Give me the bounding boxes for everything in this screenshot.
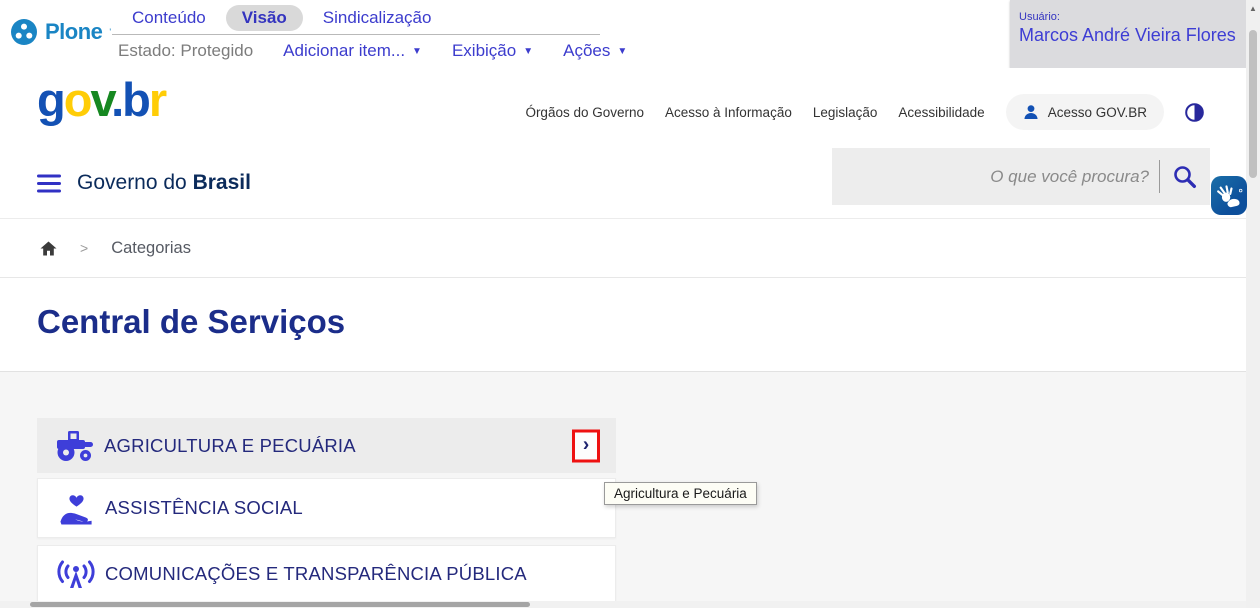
hand-holding-heart-icon xyxy=(55,491,97,525)
horizontal-scrollbar-thumb[interactable] xyxy=(30,602,530,607)
nav-link-acesso-informacao[interactable]: Acesso à Informação xyxy=(665,105,792,120)
plone-logo-text: Plone xyxy=(45,19,102,45)
dropdown-arrow-icon: ▼ xyxy=(523,46,533,57)
category-list: AGRICULTURA E PECUÁRIA › ASSISTÊNCIA SOC… xyxy=(0,372,1246,602)
plone-actions-row: Estado: Protegido Adicionar item...▼ Exi… xyxy=(118,41,627,61)
search-input[interactable] xyxy=(832,148,1159,205)
plone-trademark: ' xyxy=(109,27,111,37)
user-name: Marcos André Vieira Flores xyxy=(1019,25,1236,46)
tooltip: Agricultura e Pecuária xyxy=(604,482,757,505)
plone-toolbar: Plone ' Conteúdo Visão Sindicalização Est… xyxy=(0,0,1246,68)
category-card-assistencia[interactable]: ASSISTÊNCIA SOCIAL xyxy=(37,478,616,538)
user-label: Usuário: xyxy=(1019,11,1246,23)
govbr-header: gov.br Órgãos do Governo Acesso à Inform… xyxy=(0,68,1246,218)
toolbar-divider xyxy=(112,34,600,35)
user-menu[interactable]: Usuário: Marcos André Vieira Flores▼ xyxy=(1010,0,1246,68)
vertical-scrollbar[interactable]: ▲ xyxy=(1246,0,1260,608)
plone-tabs: Conteúdo Visão Sindicalização xyxy=(128,4,435,32)
nav-link-acessibilidade[interactable]: Acessibilidade xyxy=(898,105,984,120)
site-name: Governo do Brasil xyxy=(77,171,251,195)
category-label: COMUNICAÇÕES E TRANSPARÊNCIA PÚBLICA xyxy=(105,563,527,585)
breadcrumb-separator-icon: > xyxy=(80,240,88,256)
title-section: Central de Serviços xyxy=(0,278,1246,372)
login-button[interactable]: Acesso GOV.BR xyxy=(1006,94,1164,130)
search-button[interactable] xyxy=(1160,148,1210,205)
category-card-agricultura[interactable]: AGRICULTURA E PECUÁRIA › xyxy=(37,418,616,473)
breadcrumb: > Categorias xyxy=(0,218,1246,278)
dropdown-arrow-icon: ▼ xyxy=(617,46,627,57)
search-icon xyxy=(1172,164,1198,190)
govbr-logo[interactable]: gov.br xyxy=(37,76,165,123)
sign-language-hands-icon xyxy=(1214,180,1244,212)
broadcast-tower-icon xyxy=(55,559,97,589)
nav-link-legislacao[interactable]: Legislação xyxy=(813,105,878,120)
page-title: Central de Serviços xyxy=(37,303,345,341)
plone-logo[interactable]: Plone ' xyxy=(10,18,111,46)
plone-logo-icon xyxy=(10,18,38,46)
content-state-label: Estado: Protegido xyxy=(118,41,253,61)
category-card-comunicacoes[interactable]: COMUNICAÇÕES E TRANSPARÊNCIA PÚBLICA xyxy=(37,545,616,603)
display-menu[interactable]: Exibição▼ xyxy=(452,41,533,61)
home-icon[interactable] xyxy=(40,241,57,256)
tab-visao[interactable]: Visão xyxy=(226,5,303,31)
contrast-toggle-icon[interactable] xyxy=(1185,103,1204,122)
add-item-menu[interactable]: Adicionar item...▼ xyxy=(283,41,422,61)
tab-conteudo[interactable]: Conteúdo xyxy=(128,6,210,30)
site-title-row: Governo do Brasil xyxy=(37,171,251,195)
nav-link-orgaos[interactable]: Órgãos do Governo xyxy=(525,105,644,120)
category-label: ASSISTÊNCIA SOCIAL xyxy=(105,497,303,519)
user-icon xyxy=(1023,104,1039,120)
tractor-icon xyxy=(54,429,96,462)
chevron-right-icon: › xyxy=(583,435,589,454)
actions-menu[interactable]: Ações▼ xyxy=(563,41,627,61)
tab-sindicalizacao[interactable]: Sindicalização xyxy=(319,6,436,30)
breadcrumb-current[interactable]: Categorias xyxy=(111,239,191,258)
expand-category-button[interactable]: › xyxy=(572,429,600,462)
vlibras-accessibility-button[interactable] xyxy=(1211,176,1247,215)
category-label: AGRICULTURA E PECUÁRIA xyxy=(104,435,356,457)
dropdown-arrow-icon: ▼ xyxy=(412,46,422,57)
scroll-up-arrow-icon[interactable]: ▲ xyxy=(1246,0,1260,16)
header-top-nav: Órgãos do Governo Acesso à Informação Le… xyxy=(525,93,1204,131)
horizontal-scrollbar[interactable] xyxy=(0,601,1246,608)
vertical-scrollbar-thumb[interactable] xyxy=(1249,30,1257,178)
search-bar xyxy=(832,148,1210,205)
menu-hamburger-icon[interactable] xyxy=(37,173,62,194)
